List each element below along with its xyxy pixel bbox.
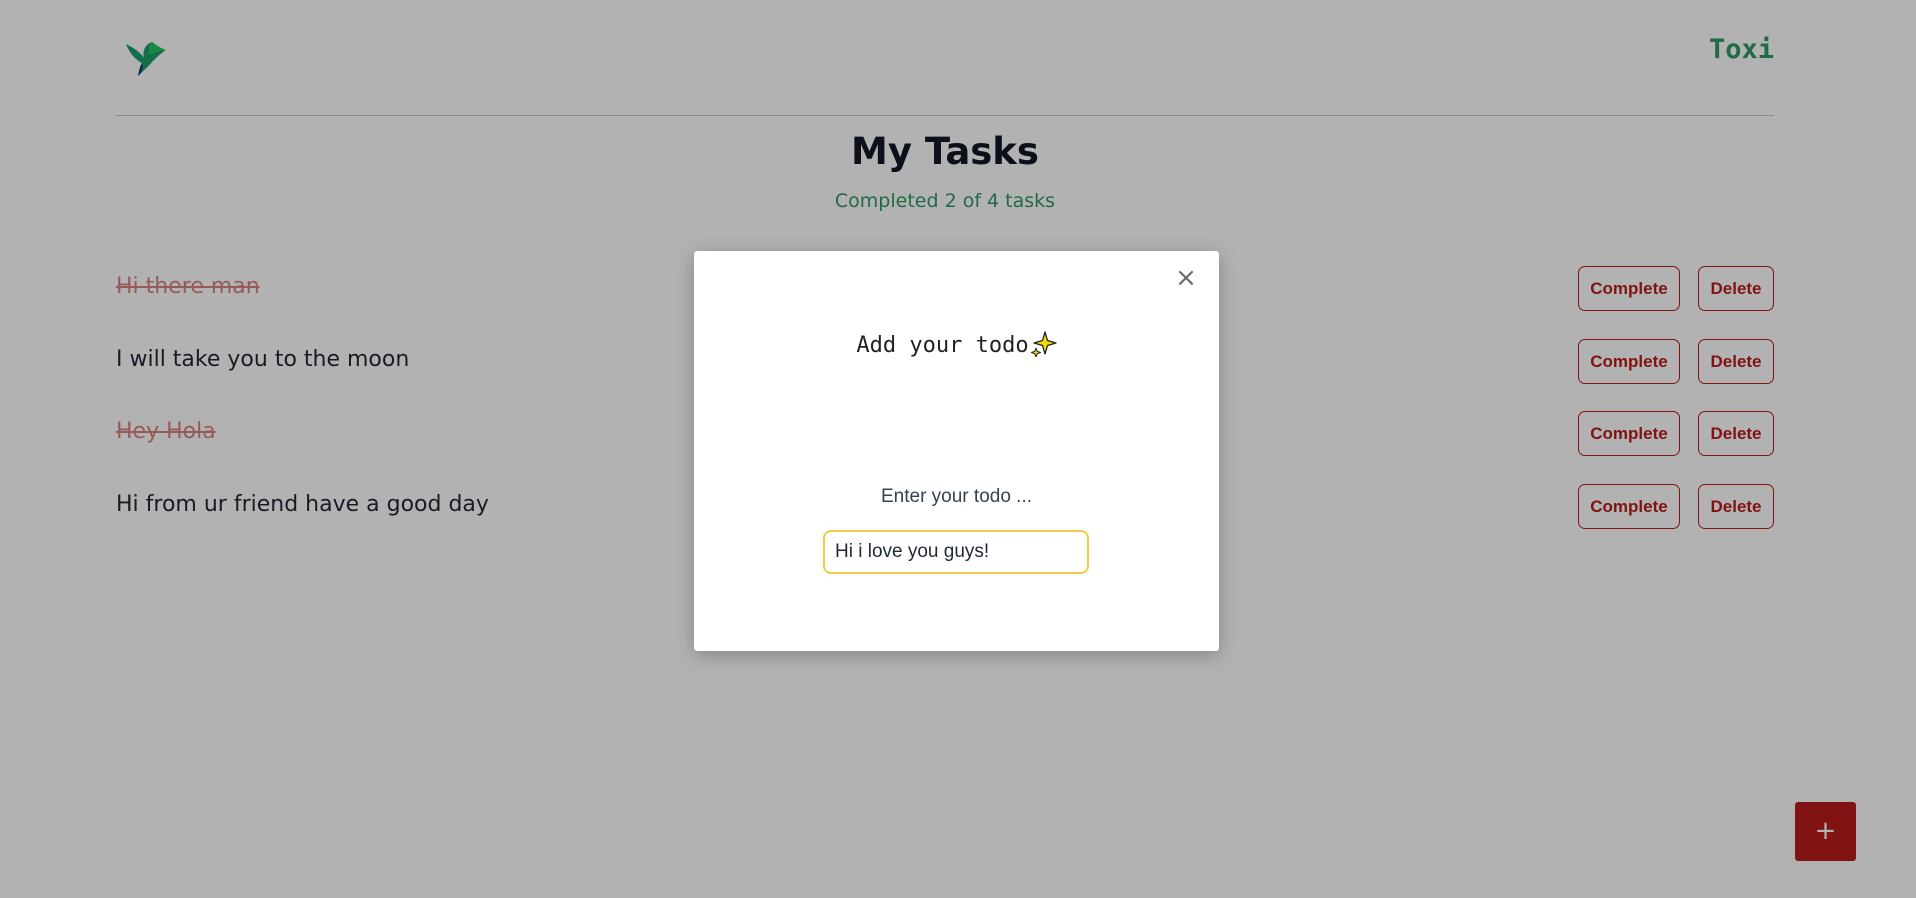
close-icon[interactable]: × [1171, 263, 1201, 293]
modal-heading-text: Add your todo [856, 333, 1029, 358]
modal-heading: Add your todo [694, 331, 1219, 358]
todo-field-label: Enter your todo ... [880, 486, 1033, 507]
add-todo-modal: × Add your todo Enter your todo ... [694, 251, 1219, 651]
sparkle-icon [1030, 331, 1057, 357]
todo-input[interactable] [823, 530, 1089, 574]
